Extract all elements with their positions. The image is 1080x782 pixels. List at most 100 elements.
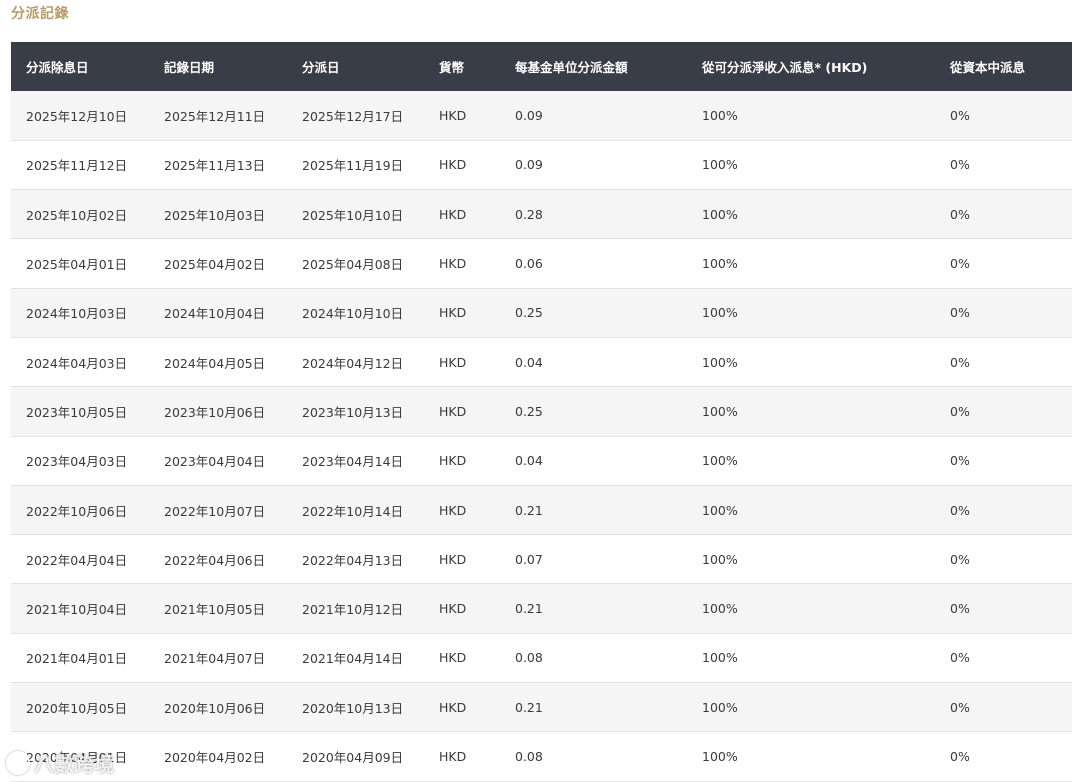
col-ex-date-cell: 2022年10月06日 [26, 503, 128, 519]
col-currency-cell: HKD [439, 453, 467, 469]
col-ex-date-header: 分派除息日 [26, 60, 89, 75]
col-capital-cell: 0% [950, 601, 970, 617]
col-record-date-cell: 2020年10月06日 [164, 700, 266, 716]
col-pay-date-cell: 2025年12月17日 [302, 108, 404, 124]
col-currency-cell: HKD [439, 107, 467, 123]
col-amount-cell: 0.09 [515, 157, 543, 173]
col-pay-date-cell: 2025年10月10日 [302, 207, 404, 223]
col-capital-cell: 0% [950, 305, 970, 321]
col-ex-date-cell: 2023年10月05日 [26, 404, 128, 420]
col-currency-cell: HKD [439, 502, 467, 518]
col-ex-date-cell: 2024年10月03日 [26, 306, 128, 322]
col-currency-cell: HKD [439, 601, 467, 617]
table-row: 2024年04月03日 2024年04月05日 2024年04月12日 HKD 0.04… [11, 337, 1072, 387]
col-net-income-header: 從可分派淨收入派息* (HKD) [702, 60, 868, 75]
col-net-income-cell: 100% [702, 256, 738, 272]
col-amount-cell: 0.25 [515, 403, 543, 419]
col-pay-date-cell: 2020年04月09日 [302, 750, 404, 765]
col-capital-cell: 0% [950, 354, 970, 370]
col-pay-date-cell: 2022年04月13日 [302, 552, 404, 568]
col-net-income-cell: 100% [702, 699, 738, 715]
col-capital-cell: 0% [950, 551, 970, 567]
table-row: 2023年04月03日 2023年04月04日 2023年04月14日 HKD 0.04… [11, 436, 1072, 486]
col-ex-date-cell: 2024年04月03日 [26, 355, 128, 371]
col-amount-cell: 0.21 [515, 699, 543, 715]
table-header: 分派除息日 記錄日期 分派日 貨幣 每基金单位分派金額 從可分派淨收入派息* (HKD) 從… [11, 42, 1072, 91]
distribution-table: 分派除息日 記錄日期 分派日 貨幣 每基金单位分派金額 從可分派淨收入派息* (HKD) 從… [11, 42, 1072, 782]
col-amount-cell: 0.25 [515, 305, 543, 321]
col-pay-date-cell: 2024年04月12日 [302, 355, 404, 371]
col-ex-date-cell: 2025年12月10日 [26, 108, 128, 124]
table-row: 2025年11月12日 2025年11月13日 2025年11月19日 HKD 0.09… [11, 140, 1072, 190]
table-row: 2020年04月01日 2020年04月02日 2020年04月09日 HKD 0.08… [11, 731, 1072, 782]
col-pay-date-cell: 2023年10月13日 [302, 404, 404, 420]
col-net-income-cell: 100% [702, 749, 738, 764]
col-pay-date-cell: 2023年04月14日 [302, 454, 404, 470]
col-record-date-cell: 2022年10月07日 [164, 503, 266, 519]
col-capital-cell: 0% [950, 453, 970, 469]
col-record-date-cell: 2023年10月06日 [164, 404, 266, 420]
col-pay-date-cell: 2020年10月13日 [302, 700, 404, 716]
col-capital-cell: 0% [950, 749, 970, 764]
col-capital-cell: 0% [950, 650, 970, 666]
table-row: 2021年04月01日 2021年04月07日 2021年04月14日 HKD 0.08… [11, 633, 1072, 683]
col-record-date-cell: 2024年10月04日 [164, 306, 266, 322]
col-currency-cell: HKD [439, 256, 467, 272]
col-capital-cell: 0% [950, 206, 970, 222]
col-pay-date-cell: 2025年11月19日 [302, 158, 404, 174]
col-ex-date-cell: 2021年10月04日 [26, 602, 128, 618]
col-net-income-cell: 100% [702, 305, 738, 321]
col-ex-date-cell: 2025年04月01日 [26, 257, 128, 273]
table-row: 2025年10月02日 2025年10月03日 2025年10月10日 HKD 0.28… [11, 189, 1072, 239]
col-capital-header: 從資本中派息 [950, 60, 1026, 75]
col-record-date-cell: 2020年04月02日 [164, 750, 266, 765]
col-pay-date-cell: 2021年04月14日 [302, 651, 404, 667]
col-record-date-cell: 2024年04月05日 [164, 355, 266, 371]
col-record-date-cell: 2021年10月05日 [164, 602, 266, 618]
col-ex-date-cell: 2021年04月01日 [26, 651, 128, 667]
col-amount-cell: 0.08 [515, 650, 543, 666]
header-row: 分派除息日 記錄日期 分派日 貨幣 每基金单位分派金額 從可分派淨收入派息* (HKD) 從… [11, 42, 1072, 91]
col-currency-cell: HKD [439, 157, 467, 173]
col-amount-cell: 0.04 [515, 354, 543, 370]
col-ex-date-cell: 2025年11月12日 [26, 158, 128, 174]
col-amount-cell: 0.09 [515, 107, 543, 123]
table-row: 2023年10月05日 2023年10月06日 2023年10月13日 HKD 0.25… [11, 386, 1072, 437]
col-amount-cell: 0.08 [515, 749, 543, 764]
col-ex-date-cell: 2025年10月02日 [26, 207, 128, 223]
col-record-date-cell: 2022年04月06日 [164, 552, 266, 568]
col-net-income-cell: 100% [702, 502, 738, 518]
col-record-date-cell: 2025年12月11日 [164, 108, 266, 124]
col-currency-cell: HKD [439, 749, 467, 764]
col-net-income-cell: 100% [702, 157, 738, 173]
col-amount-header: 每基金单位分派金額 [515, 60, 628, 75]
col-amount-cell: 0.21 [515, 502, 543, 518]
col-amount-cell: 0.06 [515, 256, 543, 272]
col-currency-cell: HKD [439, 305, 467, 321]
col-currency-cell: HKD [439, 206, 467, 222]
col-currency-cell: HKD [439, 551, 467, 567]
table-row: 2022年04月04日 2022年04月06日 2022年04月13日 HKD 0.07… [11, 534, 1072, 584]
col-pay-date-cell: 2024年10月10日 [302, 306, 404, 322]
col-pay-date-cell: 2022年10月14日 [302, 503, 404, 519]
col-capital-cell: 0% [950, 107, 970, 123]
col-capital-cell: 0% [950, 157, 970, 173]
table-row: 2021年10月04日 2021年10月05日 2021年10月12日 HKD 0.21… [11, 583, 1072, 634]
col-record-date-cell: 2025年04月02日 [164, 257, 266, 273]
col-record-date-cell: 2021年04月07日 [164, 651, 266, 667]
col-net-income-cell: 100% [702, 107, 738, 123]
col-net-income-cell: 100% [702, 551, 738, 567]
col-currency-cell: HKD [439, 699, 467, 715]
col-amount-cell: 0.21 [515, 601, 543, 617]
col-ex-date-cell: 2020年04月01日 [26, 750, 128, 765]
col-amount-cell: 0.04 [515, 453, 543, 469]
col-capital-cell: 0% [950, 502, 970, 518]
col-record-date-cell: 2025年10月03日 [164, 207, 266, 223]
col-currency-cell: HKD [439, 403, 467, 419]
col-net-income-cell: 100% [702, 354, 738, 370]
col-currency-header: 貨幣 [439, 60, 465, 75]
col-pay-date-cell: 2025年04月08日 [302, 257, 404, 273]
col-ex-date-cell: 2022年04月04日 [26, 552, 128, 568]
table-row: 2025年04月01日 2025年04月02日 2025年04月08日 HKD 0.06… [11, 238, 1072, 289]
col-net-income-cell: 100% [702, 453, 738, 469]
